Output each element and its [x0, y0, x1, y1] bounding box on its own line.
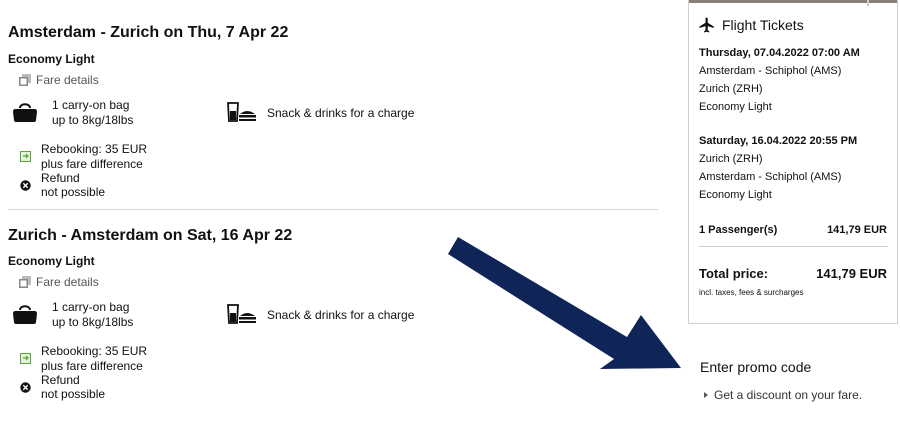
passengers-label: 1 Passenger(s)	[699, 224, 778, 236]
summary-divider	[699, 246, 888, 247]
fare-details-icon	[19, 74, 31, 86]
outbound-rebook-line2: plus fare difference	[41, 157, 143, 171]
total-note: incl. taxes, fees & surcharges	[699, 288, 804, 297]
snack-drink-icon	[227, 102, 256, 122]
inbound-flight-title: Zurich - Amsterdam on Sat, 16 Apr 22	[8, 227, 293, 244]
inbound-fare-name: Economy Light	[8, 254, 95, 268]
refund-cross-icon	[20, 180, 31, 191]
fare-details-label: Fare details	[36, 275, 99, 289]
leg1-from: Amsterdam - Schiphol (AMS)	[699, 65, 842, 77]
leg1-fare: Economy Light	[699, 101, 772, 113]
airplane-icon	[699, 17, 714, 33]
summary-tab-separator	[867, 0, 869, 6]
promo-discount-link[interactable]: Get a discount on your fare.	[704, 388, 862, 402]
outbound-snack-label: Snack & drinks for a charge	[267, 106, 415, 120]
outbound-fare-details-link[interactable]: Fare details	[18, 73, 99, 87]
fare-details-label: Fare details	[36, 73, 99, 87]
inbound-fare-details-link[interactable]: Fare details	[18, 275, 99, 289]
promo-title: Enter promo code	[700, 359, 812, 375]
refund-cross-icon	[20, 382, 31, 393]
leg2-datetime: Saturday, 16.04.2022 20:55 PM	[699, 135, 858, 147]
summary-heading: Flight Tickets	[722, 17, 804, 33]
promo-link-label: Get a discount on your fare.	[714, 388, 863, 402]
outbound-flight-title: Amsterdam - Zurich on Thu, 7 Apr 22	[8, 24, 289, 41]
rebooking-icon	[20, 151, 31, 162]
fare-details-icon	[19, 276, 31, 288]
outbound-bag-line2: up to 8kg/18lbs	[52, 113, 134, 127]
bag-icon	[13, 103, 37, 122]
leg1-datetime: Thursday, 07.04.2022 07:00 AM	[699, 47, 860, 59]
outbound-bag-line1: 1 carry-on bag	[52, 98, 130, 112]
inbound-bag-line2: up to 8kg/18lbs	[52, 315, 134, 329]
inbound-snack-label: Snack & drinks for a charge	[267, 308, 415, 322]
bag-icon	[13, 305, 37, 324]
total-label: Total price:	[699, 266, 769, 281]
inbound-refund-line2: not possible	[41, 387, 106, 401]
leg2-from: Zurich (ZRH)	[699, 153, 763, 165]
rebooking-icon	[20, 353, 31, 364]
summary-accent-bar	[689, 0, 897, 3]
booking-summary-card: Flight Tickets Thursday, 07.04.2022 07:0…	[688, 0, 898, 324]
leg1-to: Zurich (ZRH)	[699, 83, 763, 95]
leg2-to: Amsterdam - Schiphol (AMS)	[699, 171, 842, 183]
flight-divider	[8, 209, 658, 210]
outbound-refund-line2: not possible	[41, 185, 106, 199]
snack-drink-icon	[227, 304, 256, 324]
inbound-refund-line1: Refund	[41, 373, 80, 387]
outbound-rebook-line1: Rebooking: 35 EUR	[41, 142, 148, 156]
total-value: 141,79 EUR	[816, 266, 887, 281]
inbound-bag-line1: 1 carry-on bag	[52, 300, 130, 314]
inbound-rebook-line1: Rebooking: 35 EUR	[41, 344, 148, 358]
outbound-fare-name: Economy Light	[8, 52, 95, 66]
outbound-refund-line1: Refund	[41, 171, 80, 185]
inbound-rebook-line2: plus fare difference	[41, 359, 143, 373]
passengers-price: 141,79 EUR	[827, 224, 887, 236]
caret-right-icon	[704, 392, 708, 398]
leg2-fare: Economy Light	[699, 189, 772, 201]
